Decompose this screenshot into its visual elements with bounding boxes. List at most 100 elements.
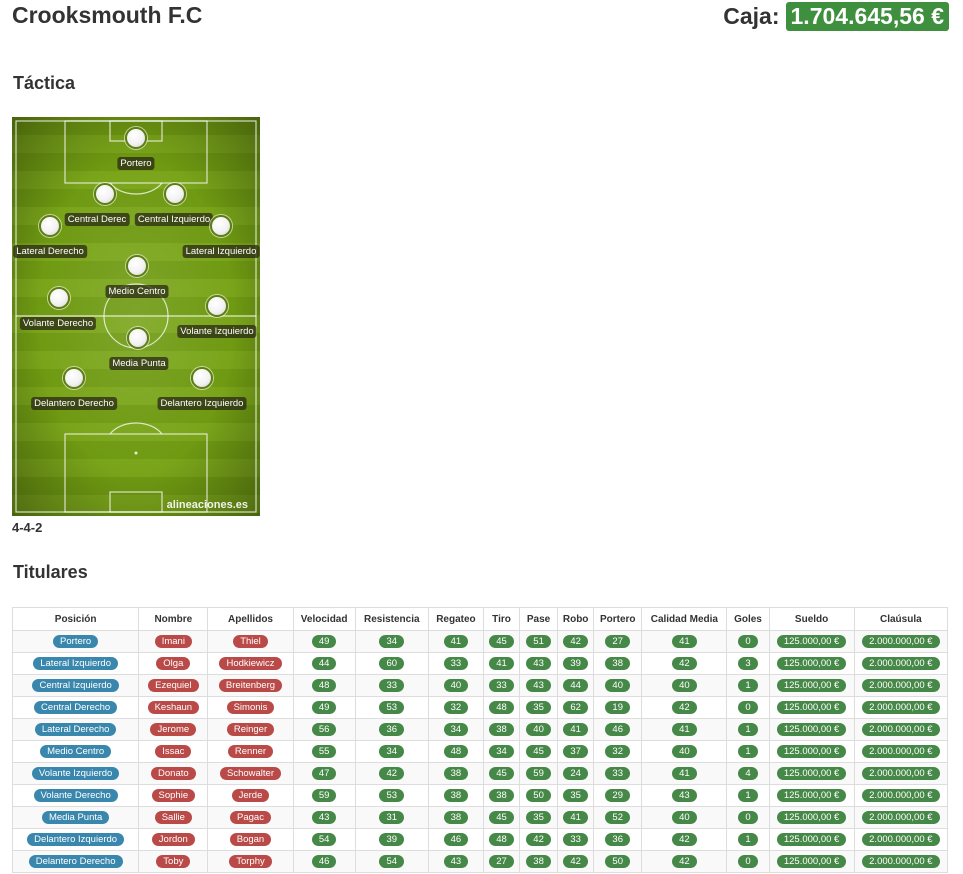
first-name-badge: Sophie (151, 789, 196, 802)
table-cell: 33 (482, 674, 521, 697)
position-badge: Medio Centro (40, 745, 112, 758)
player-marker[interactable] (164, 183, 186, 205)
table-cell: 53 (354, 696, 429, 719)
player-marker[interactable] (48, 287, 70, 309)
stat-badge: 38 (526, 855, 551, 868)
table-cell: 0 (726, 696, 770, 719)
table-cell: 125.000,00 € (768, 652, 855, 675)
table-cell: 47 (292, 762, 356, 785)
player-marker[interactable] (39, 215, 61, 237)
stat-badge: 60 (379, 657, 405, 670)
table-cell: Ezequiel (138, 674, 209, 697)
starters-table: Posición Nombre Apellidos Velocidad Resisten… (11, 607, 949, 873)
column-header: Regateo (427, 607, 484, 631)
last-name-badge: Pagac (230, 811, 271, 824)
table-cell: 41 (427, 630, 484, 653)
table-cell: Simonis (207, 696, 294, 719)
stat-badge: 49 (311, 701, 337, 714)
cash-amount-badge: 1.704.645,56 € (785, 2, 949, 31)
stat-badge: 2.000.000,00 € (862, 657, 940, 670)
table-cell: Renner (207, 740, 294, 763)
table-cell: 43 (519, 652, 559, 675)
last-name-badge: Simonis (226, 701, 275, 714)
table-cell: 45 (482, 806, 521, 829)
position-badge: Lateral Derecho (34, 723, 117, 736)
stat-badge: 42 (563, 635, 588, 648)
stat-badge: 43 (443, 855, 469, 868)
table-cell: Breitenberg (207, 674, 294, 697)
table-cell: 38 (427, 806, 484, 829)
column-header: Tiro (482, 607, 521, 631)
table-cell: Central Izquierdo (11, 674, 140, 697)
stat-badge: 43 (311, 811, 337, 824)
stat-badge: 39 (563, 657, 588, 670)
table-cell: Sophie (138, 784, 209, 807)
table-cell: Medio Centro (11, 740, 140, 763)
stat-badge: 2.000.000,00 € (862, 833, 940, 846)
last-name-badge: Torphy (229, 855, 272, 868)
player-marker[interactable] (125, 127, 147, 149)
table-cell: 2.000.000,00 € (853, 652, 949, 675)
stat-badge: 52 (605, 811, 630, 824)
table-cell: 62 (557, 696, 595, 719)
table-row: Portero Imani Thiel 49 34 41 45 51 42 27 41 0 125.00… (11, 630, 949, 653)
column-header: Sueldo (768, 607, 855, 631)
table-cell: 46 (292, 850, 356, 873)
stat-badge: 35 (563, 789, 588, 802)
table-cell: 0 (726, 630, 770, 653)
table-cell: 54 (292, 828, 356, 851)
table-cell: 34 (354, 630, 429, 653)
stat-badge: 125.000,00 € (776, 723, 847, 736)
table-cell: 60 (354, 652, 429, 675)
table-cell: Olga (138, 652, 209, 675)
column-header: Claúsula (853, 607, 949, 631)
table-cell: 2.000.000,00 € (853, 806, 949, 829)
stat-badge: 40 (672, 679, 697, 692)
table-cell: 40 (641, 740, 728, 763)
table-cell: 2.000.000,00 € (853, 850, 949, 873)
table-cell: 2.000.000,00 € (853, 762, 949, 785)
position-badge: Volante Derecho (33, 789, 118, 802)
stat-badge: 42 (563, 855, 588, 868)
player-marker[interactable] (126, 255, 148, 277)
table-cell: 19 (593, 696, 643, 719)
table-cell: 36 (354, 718, 429, 741)
last-name-badge: Bogan (229, 833, 272, 846)
stat-badge: 43 (526, 679, 551, 692)
stat-badge: 34 (489, 745, 514, 758)
stat-badge: 125.000,00 € (776, 701, 847, 714)
table-row: Lateral Izquierdo Olga Hodkiewicz 44 60 33 41 4… (11, 652, 949, 675)
stat-badge: 54 (379, 855, 405, 868)
table-row: Central Izquierdo Ezequiel Breitenberg 48 33… (11, 674, 949, 697)
table-cell: Hodkiewicz (207, 652, 294, 675)
column-header: Posición (11, 607, 140, 631)
table-cell: 38 (593, 652, 643, 675)
table-cell: 40 (641, 806, 728, 829)
table-cell: 1 (726, 784, 770, 807)
table-cell: 35 (557, 784, 595, 807)
player-marker[interactable] (63, 367, 85, 389)
table-header-row: Posición Nombre Apellidos Velocidad Resisten… (11, 607, 949, 631)
table-cell: Jerome (138, 718, 209, 741)
column-header: Nombre (138, 607, 209, 631)
player-marker[interactable] (206, 295, 228, 317)
player-marker[interactable] (127, 327, 149, 349)
stat-badge: 125.000,00 € (776, 855, 847, 868)
table-cell: 38 (519, 850, 559, 873)
first-name-badge: Sallie (154, 811, 192, 824)
first-name-badge: Issac (155, 745, 192, 758)
table-cell: Keshaun (138, 696, 209, 719)
player-marker[interactable] (94, 183, 116, 205)
stat-badge: 125.000,00 € (776, 789, 847, 802)
last-name-badge: Schowalter (219, 767, 281, 780)
table-cell: 2.000.000,00 € (853, 828, 949, 851)
stat-badge: 2.000.000,00 € (862, 811, 940, 824)
first-name-badge: Olga (156, 657, 191, 670)
stat-badge: 0 (738, 635, 758, 648)
table-cell: 125.000,00 € (768, 762, 855, 785)
table-cell: 40 (519, 718, 559, 741)
table-cell: 33 (557, 828, 595, 851)
player-marker[interactable] (210, 215, 232, 237)
player-marker[interactable] (191, 367, 213, 389)
table-cell: 41 (641, 718, 728, 741)
